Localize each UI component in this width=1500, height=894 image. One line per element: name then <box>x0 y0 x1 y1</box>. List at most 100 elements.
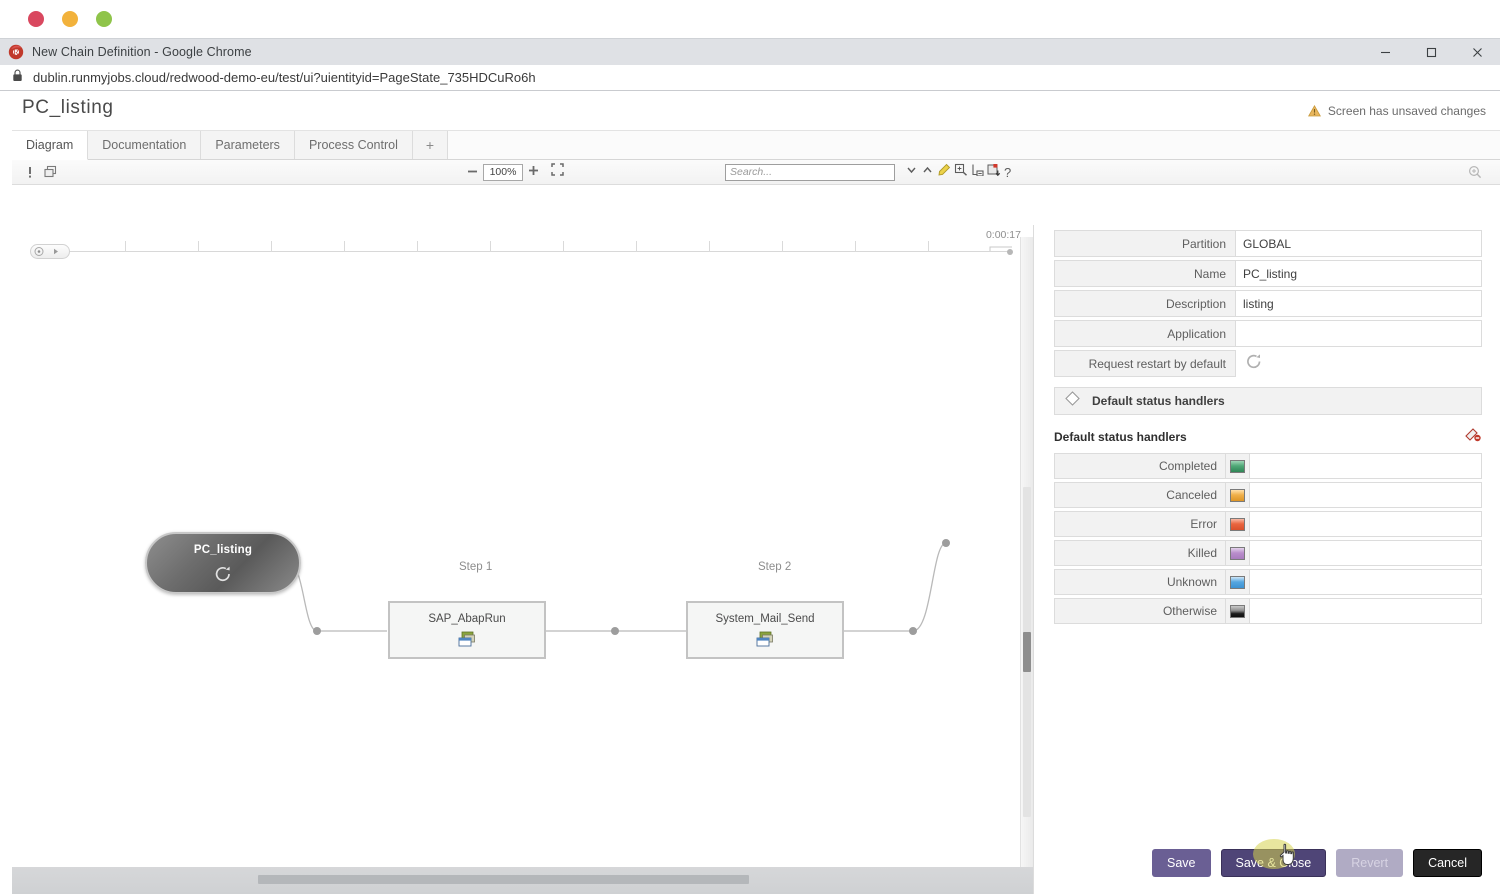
tab-diagram[interactable]: Diagram <box>12 131 88 160</box>
handler-error-input[interactable] <box>1250 511 1482 537</box>
handler-unknown-input[interactable] <box>1250 569 1482 595</box>
step-2-node[interactable]: System_Mail_Send <box>686 601 844 659</box>
tab-add-button[interactable]: + <box>413 131 448 159</box>
handler-error-swatch-cell <box>1226 511 1250 537</box>
field-request-restart-toggle[interactable] <box>1236 350 1482 377</box>
tab-parameters[interactable]: Parameters <box>201 131 295 159</box>
field-partition-input[interactable]: GLOBAL <box>1236 230 1482 257</box>
export-icon[interactable] <box>987 163 1001 182</box>
close-icon[interactable] <box>1454 39 1500 66</box>
chevron-down-icon[interactable] <box>905 163 918 181</box>
tab-documentation[interactable]: Documentation <box>88 131 201 159</box>
svg-text:R: R <box>13 48 19 57</box>
tab-strip: Diagram Documentation Parameters Process… <box>12 131 1500 160</box>
layers-icon[interactable] <box>40 162 60 182</box>
edge-dot[interactable] <box>611 627 619 635</box>
chain-start-node-label: PC_listing <box>194 544 252 556</box>
restart-circle-icon <box>212 564 234 589</box>
diagram-toolbar-right-icons: ? <box>905 163 1011 182</box>
edge-dot[interactable] <box>909 627 917 635</box>
edge-dot[interactable] <box>942 539 950 547</box>
field-application-label: Application <box>1054 320 1236 347</box>
address-bar-url: dublin.runmyjobs.cloud/redwood-demo-eu/t… <box>33 70 536 85</box>
handler-otherwise-input[interactable] <box>1250 598 1482 624</box>
highlighter-icon[interactable] <box>937 163 951 181</box>
diagram-search-group: Search... <box>725 163 1011 182</box>
zoom-select-icon[interactable] <box>954 163 968 181</box>
properties-panel: Partition GLOBAL Name PC_listing Descrip… <box>1033 225 1500 832</box>
ruler-tick <box>928 241 929 252</box>
section-default-status-handlers[interactable]: Default status handlers <box>1054 387 1482 415</box>
field-partition-label: Partition <box>1054 230 1236 257</box>
job-definition-icon <box>457 631 477 653</box>
lock-icon <box>12 69 23 87</box>
field-name-label: Name <box>1054 260 1236 287</box>
help-icon[interactable]: ? <box>1004 166 1011 179</box>
timeline-play-handle[interactable] <box>30 244 70 259</box>
handler-killed-input[interactable] <box>1250 540 1482 566</box>
ruler-tick <box>709 241 710 252</box>
handler-completed-input[interactable] <box>1250 453 1482 479</box>
timeline-ruler[interactable]: 0:00:17 <box>12 225 1033 263</box>
zoom-level-input[interactable]: 100% <box>483 164 523 181</box>
handler-error-label: Error <box>1054 511 1226 537</box>
tab-process-control[interactable]: Process Control <box>295 131 413 159</box>
save-button[interactable]: Save <box>1152 849 1211 877</box>
chevron-up-icon[interactable] <box>921 163 934 181</box>
diagram-graph[interactable]: PC_listing Step 1 SAP_AbapRun <box>12 263 1033 894</box>
clear-handlers-icon[interactable] <box>1464 426 1482 447</box>
handler-completed-label: Completed <box>1054 453 1226 479</box>
diagram-toolbar: 100% Search... <box>12 160 1500 185</box>
collapse-tree-icon[interactable] <box>971 163 984 181</box>
timeline-end-time: 0:00:17 <box>986 229 1021 241</box>
handler-row-canceled: Canceled <box>1054 482 1482 508</box>
zoom-window-button[interactable] <box>96 11 112 27</box>
field-application-input[interactable] <box>1236 320 1482 347</box>
close-window-button[interactable] <box>28 11 44 27</box>
search-input[interactable]: Search... <box>725 164 895 181</box>
canvas-vertical-scrollbar[interactable] <box>1020 237 1033 874</box>
edge-dot[interactable] <box>313 627 321 635</box>
ruler-tick <box>855 241 856 252</box>
fit-screen-icon[interactable] <box>551 163 564 181</box>
step-1-node[interactable]: SAP_AbapRun <box>388 601 546 659</box>
browser-address-bar[interactable]: dublin.runmyjobs.cloud/redwood-demo-eu/t… <box>0 65 1500 91</box>
unsaved-changes-text: Screen has unsaved changes <box>1328 104 1486 118</box>
step-2-node-label: System_Mail_Send <box>715 613 814 625</box>
canvas-magnifier-icon[interactable] <box>1468 165 1482 179</box>
field-name-input[interactable]: PC_listing <box>1236 260 1482 287</box>
handler-canceled-input[interactable] <box>1250 482 1482 508</box>
save-and-close-button[interactable]: Save & Close <box>1221 849 1327 877</box>
minimize-icon[interactable] <box>1362 39 1408 66</box>
handler-killed-swatch-cell <box>1226 540 1250 566</box>
handlers-header: Default status handlers <box>1054 426 1482 447</box>
status-color-swatch <box>1230 576 1245 589</box>
tab-add-label: + <box>426 137 434 153</box>
status-color-swatch <box>1230 460 1245 473</box>
handler-unknown-swatch-cell <box>1226 569 1250 595</box>
step-2-caption: Step 2 <box>758 561 791 573</box>
maximize-icon[interactable] <box>1408 39 1454 66</box>
ruler-tick <box>344 241 345 252</box>
field-description-label: Description <box>1054 290 1236 317</box>
status-color-swatch <box>1230 547 1245 560</box>
canvas-hscroll-thumb[interactable] <box>258 875 749 884</box>
field-description-input[interactable]: listing <box>1236 290 1482 317</box>
minimize-window-button[interactable] <box>62 11 78 27</box>
diagram-canvas[interactable]: 0:00:17 PC_listing <box>12 225 1033 894</box>
canvas-vscroll-thumb[interactable] <box>1023 632 1031 672</box>
ruler-tick <box>490 241 491 252</box>
status-color-swatch <box>1230 518 1245 531</box>
zoom-out-button[interactable] <box>467 166 478 179</box>
chain-start-node[interactable]: PC_listing <box>145 532 301 594</box>
alert-exclamation-icon[interactable] <box>20 162 40 182</box>
window-controls <box>1362 39 1500 66</box>
warning-triangle-icon <box>1308 105 1321 117</box>
zoom-in-button[interactable] <box>528 163 539 181</box>
left-rail <box>0 91 12 894</box>
revert-button: Revert <box>1336 849 1403 877</box>
handler-otherwise-label: Otherwise <box>1054 598 1226 624</box>
canvas-horizontal-scrollbar[interactable] <box>12 867 1033 894</box>
cancel-button[interactable]: Cancel <box>1413 849 1482 877</box>
ruler-tick <box>198 241 199 252</box>
